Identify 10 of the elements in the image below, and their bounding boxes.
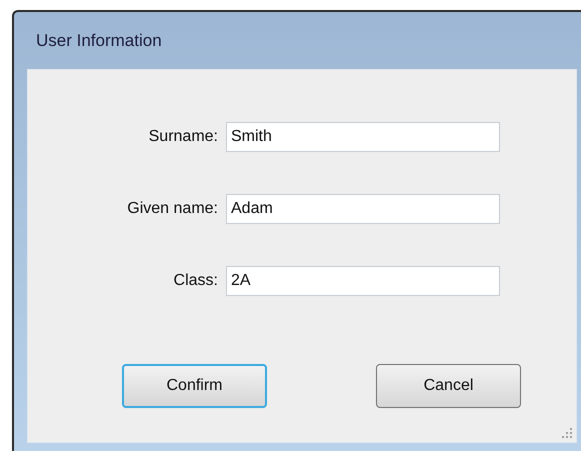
resize-grip-icon[interactable] xyxy=(561,427,573,439)
field-label: Given name: xyxy=(126,199,218,219)
field-label: Class: xyxy=(172,271,218,291)
input-field[interactable]: Adam xyxy=(226,194,500,224)
field-label: Surname: xyxy=(148,127,218,147)
input-field[interactable]: Smith xyxy=(226,122,500,152)
input-field[interactable]: 2A xyxy=(226,266,500,296)
dialog-button[interactable]: Cancel xyxy=(376,364,521,408)
dialog-button[interactable]: Confirm xyxy=(122,364,267,408)
window-title: User Information xyxy=(36,30,162,52)
